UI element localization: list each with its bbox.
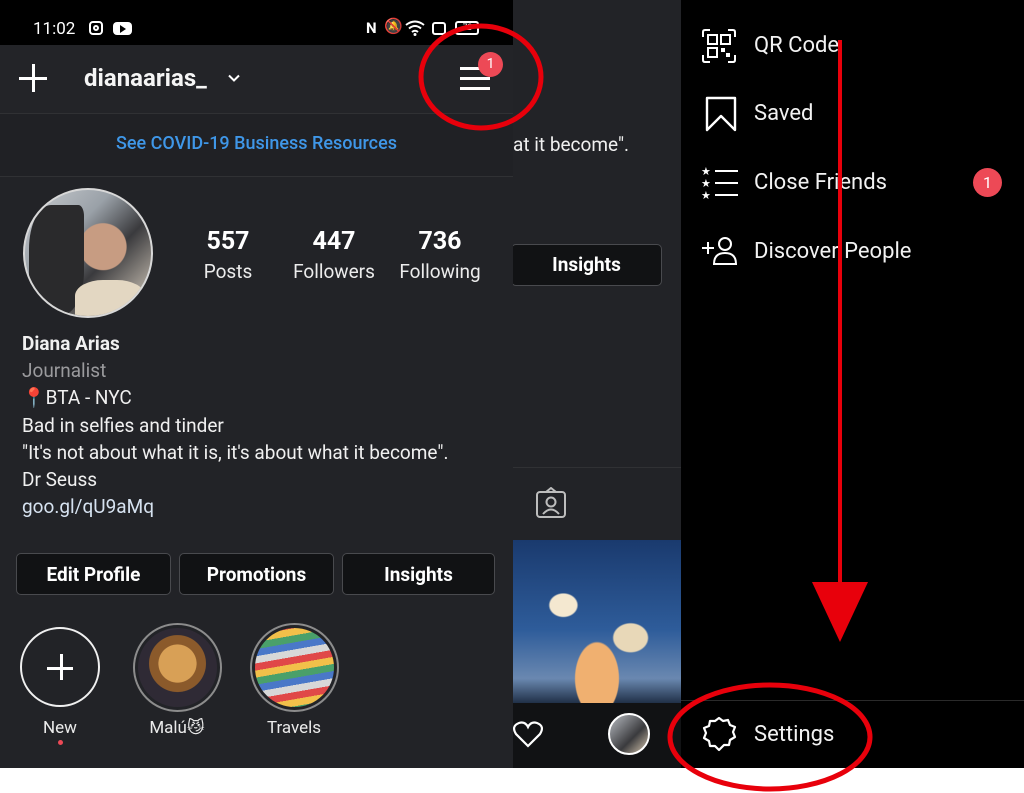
annotation-overlay — [418, 23, 873, 792]
menu-highlight-circle — [418, 23, 544, 131]
pointer-arrow-head — [812, 582, 868, 642]
settings-highlight-circle — [667, 682, 873, 792]
